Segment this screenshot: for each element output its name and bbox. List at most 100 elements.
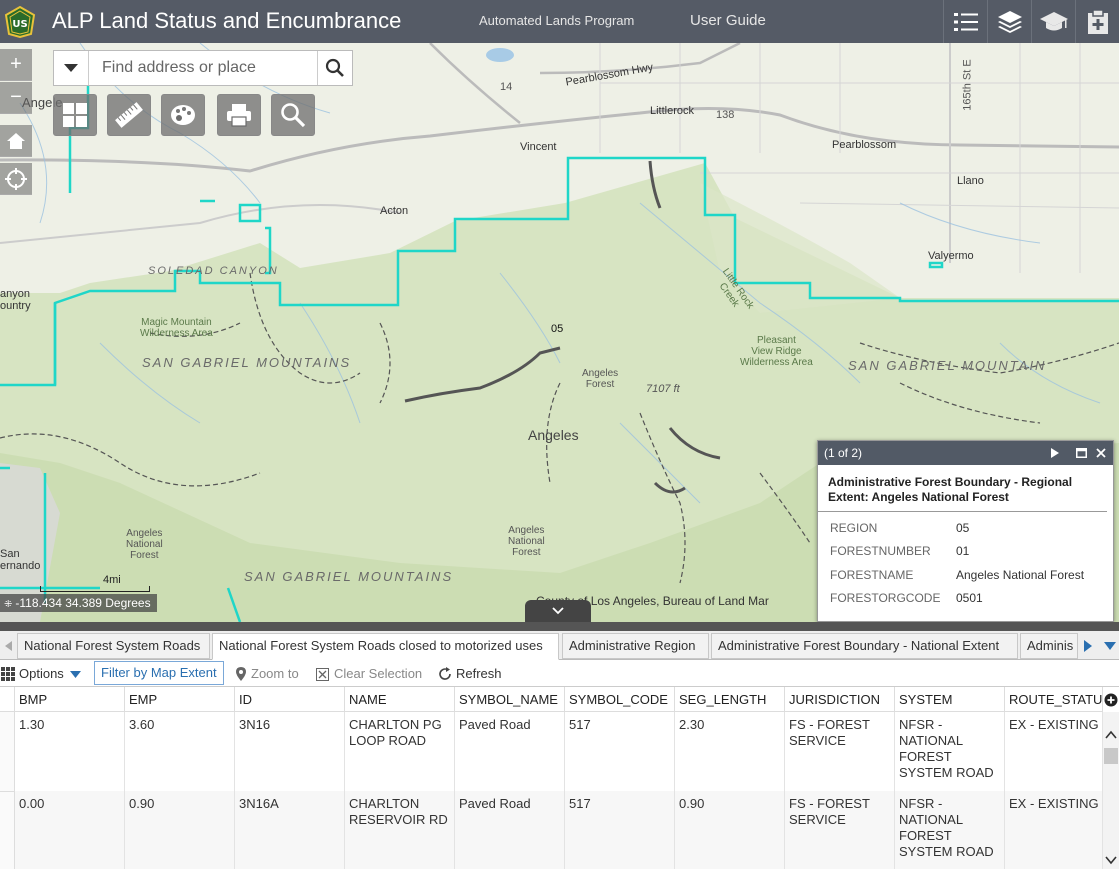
map-label: Valyermo — [928, 250, 974, 262]
map-label: Angeles — [528, 427, 579, 443]
coordinate-readout: ⁜ -118.434 34.389 Degrees — [0, 594, 157, 612]
info-popup: (1 of 2) Administrative Forest Boundary … — [817, 440, 1114, 622]
options-menu[interactable]: Options — [1, 664, 81, 684]
tabs-scroll-right-button[interactable] — [1080, 634, 1096, 658]
legend-button[interactable] — [943, 0, 987, 43]
popup-next-button[interactable] — [1045, 441, 1065, 465]
popup-field-value: 05 — [956, 520, 970, 535]
close-icon — [1096, 448, 1106, 458]
popup-close-button[interactable] — [1091, 441, 1111, 465]
table-cell: 3.60 — [125, 712, 235, 791]
tab-admin-region[interactable]: Administrative Region — [562, 633, 709, 659]
column-header[interactable]: SYMBOL_CODE — [565, 687, 675, 712]
filter-by-extent-button[interactable]: Filter by Map Extent — [94, 661, 224, 685]
column-header[interactable]: SEG_LENGTH — [675, 687, 785, 712]
automated-lands-link[interactable]: Automated Lands Program — [479, 13, 634, 28]
table-cell: EX - EXISTING — [1005, 791, 1103, 869]
popup-field-key: FORESTNAME — [830, 567, 914, 582]
measure-button[interactable] — [107, 94, 151, 136]
search-button[interactable] — [317, 51, 352, 85]
palette-icon — [171, 105, 195, 125]
map-label: SAN GABRIEL MOUNTAINS — [142, 355, 352, 370]
column-header[interactable]: NAME — [345, 687, 455, 712]
plus-circle-icon — [1104, 693, 1118, 706]
tab-nfs-roads[interactable]: National Forest System Roads — [17, 633, 210, 659]
graduation-cap-icon — [1039, 11, 1068, 30]
zoom-to-label: Zoom to — [251, 666, 299, 681]
chevron-left-icon — [4, 640, 12, 651]
layers-button[interactable] — [987, 0, 1031, 43]
scale-label: 4mi — [103, 574, 121, 586]
locate-button[interactable] — [0, 163, 32, 195]
column-header[interactable]: BMP — [15, 687, 125, 712]
grid-header: BMP EMP ID NAME SYMBOL_NAME SYMBOL_CODE … — [0, 687, 1103, 712]
collapse-table-button[interactable] — [525, 600, 591, 622]
map-label: 138 — [716, 109, 735, 121]
panel-splitter[interactable] — [0, 622, 1119, 631]
scale-bar — [40, 586, 150, 592]
search-input[interactable] — [90, 51, 318, 85]
column-header[interactable]: EMP — [125, 687, 235, 712]
tab-admin-forest-national[interactable]: Administrative Forest Boundary - Nationa… — [711, 633, 1018, 659]
table-cell: FS - FOREST SERVICE — [785, 791, 895, 869]
row-selector[interactable] — [0, 791, 15, 869]
app-header: US ALP Land Status and Encumbrance Autom… — [0, 0, 1119, 43]
popup-maximize-button[interactable] — [1071, 441, 1091, 465]
column-header[interactable]: SYSTEM — [895, 687, 1005, 712]
tabs-menu-button[interactable] — [1102, 634, 1118, 658]
printer-icon — [227, 104, 251, 127]
basemap-gallery-button[interactable] — [53, 94, 97, 136]
column-header[interactable]: JURISDICTION — [785, 687, 895, 712]
attribute-grid: BMP EMP ID NAME SYMBOL_NAME SYMBOL_CODE … — [0, 687, 1119, 869]
refresh-button[interactable]: Refresh — [438, 664, 502, 684]
scrollbar-thumb[interactable] — [1104, 748, 1118, 764]
map-label: Angeles National Forest — [126, 528, 163, 561]
map-label: 165th St E — [961, 59, 974, 111]
add-data-button[interactable] — [1075, 0, 1119, 43]
map-pin-icon — [236, 667, 246, 681]
refresh-label: Refresh — [456, 666, 502, 681]
options-label: Options — [19, 666, 64, 681]
grid-small-icon — [1, 667, 15, 681]
tabs-scroll-left-button[interactable] — [0, 631, 16, 660]
tab-nfs-roads-closed[interactable]: National Forest System Roads closed to m… — [212, 633, 559, 660]
row-selector[interactable] — [0, 712, 15, 791]
add-column-button[interactable] — [1103, 687, 1119, 712]
print-button[interactable] — [217, 94, 261, 136]
popup-field-key: REGION — [830, 520, 878, 535]
crosshair-icon — [5, 167, 27, 190]
tab-admin-truncated[interactable]: Adminis — [1020, 633, 1078, 659]
query-button[interactable] — [271, 94, 315, 136]
zoom-out-button[interactable]: − — [0, 82, 32, 114]
maximize-icon — [1075, 448, 1087, 458]
search-source-dropdown[interactable] — [54, 51, 89, 85]
caret-down-icon — [69, 670, 81, 678]
map-label: Llano — [957, 175, 984, 187]
map-label: SOLEDAD CANYON — [148, 265, 279, 277]
home-button[interactable] — [0, 125, 32, 157]
user-guide-link[interactable]: User Guide — [690, 12, 766, 29]
column-header[interactable]: ROUTE_STATU — [1005, 687, 1103, 712]
about-button[interactable] — [1031, 0, 1075, 43]
popup-title: Administrative Forest Boundary - Regiona… — [818, 465, 1107, 512]
zoom-in-button[interactable]: + — [0, 49, 32, 81]
draw-button[interactable] — [161, 94, 205, 136]
grid-scrollbar[interactable] — [1103, 712, 1119, 869]
caret-down-icon — [1104, 642, 1116, 650]
map-label: SAN GABRIEL MOUNTAIN — [848, 358, 1047, 373]
popup-field-key: FORESTORGCODE — [830, 591, 941, 606]
map-label: Magic Mountain Wilderness Area — [140, 317, 213, 339]
ruler-icon — [115, 102, 143, 128]
clear-selection-button[interactable]: Clear Selection — [316, 664, 422, 684]
map-label: Angeles Forest — [582, 368, 619, 390]
popup-field-value: 0501 — [956, 591, 983, 606]
table-cell: 517 — [565, 791, 675, 869]
table-cell: 3N16A — [235, 791, 345, 869]
zoom-to-button[interactable]: Zoom to — [236, 664, 299, 684]
map-label: anyon ountry — [0, 288, 31, 312]
play-icon — [1051, 448, 1059, 458]
table-cell: 1.30 — [15, 712, 125, 791]
map-view[interactable]: Pearblossom Hwy Littlerock 138 14 Vincen… — [0, 43, 1119, 622]
column-header[interactable]: ID — [235, 687, 345, 712]
column-header[interactable]: SYMBOL_NAME — [455, 687, 565, 712]
